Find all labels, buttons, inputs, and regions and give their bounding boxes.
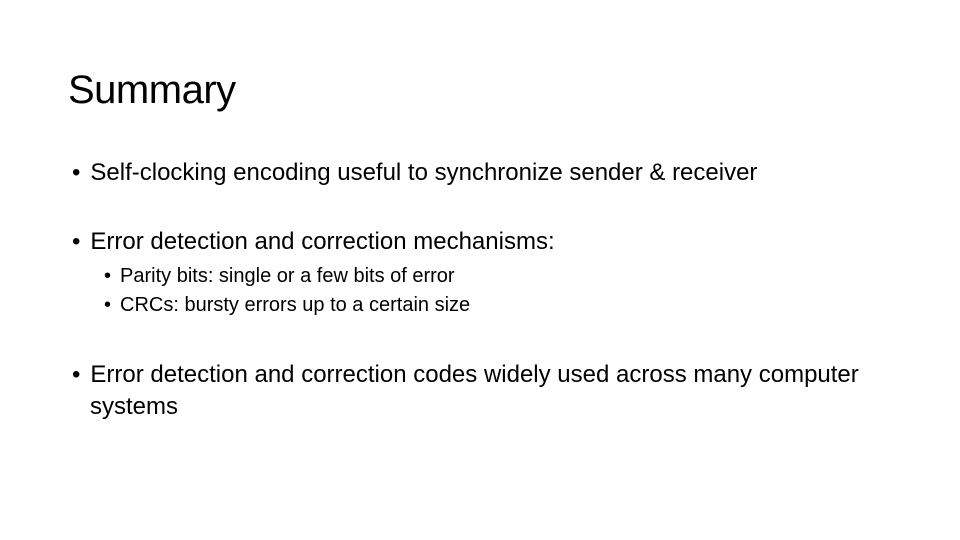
bullet-level1: Error detection and correction codes wid… bbox=[68, 359, 892, 421]
sub-bullet-group: Parity bits: single or a few bits of err… bbox=[68, 263, 892, 319]
bullet-level1: Self-clocking encoding useful to synchro… bbox=[68, 157, 892, 188]
slide-title: Summary bbox=[68, 68, 892, 113]
bullet-level1: Error detection and correction mechanism… bbox=[68, 226, 892, 257]
bullet-level2: CRCs: bursty errors up to a certain size bbox=[68, 292, 892, 319]
bullet-level2: Parity bits: single or a few bits of err… bbox=[68, 263, 892, 290]
